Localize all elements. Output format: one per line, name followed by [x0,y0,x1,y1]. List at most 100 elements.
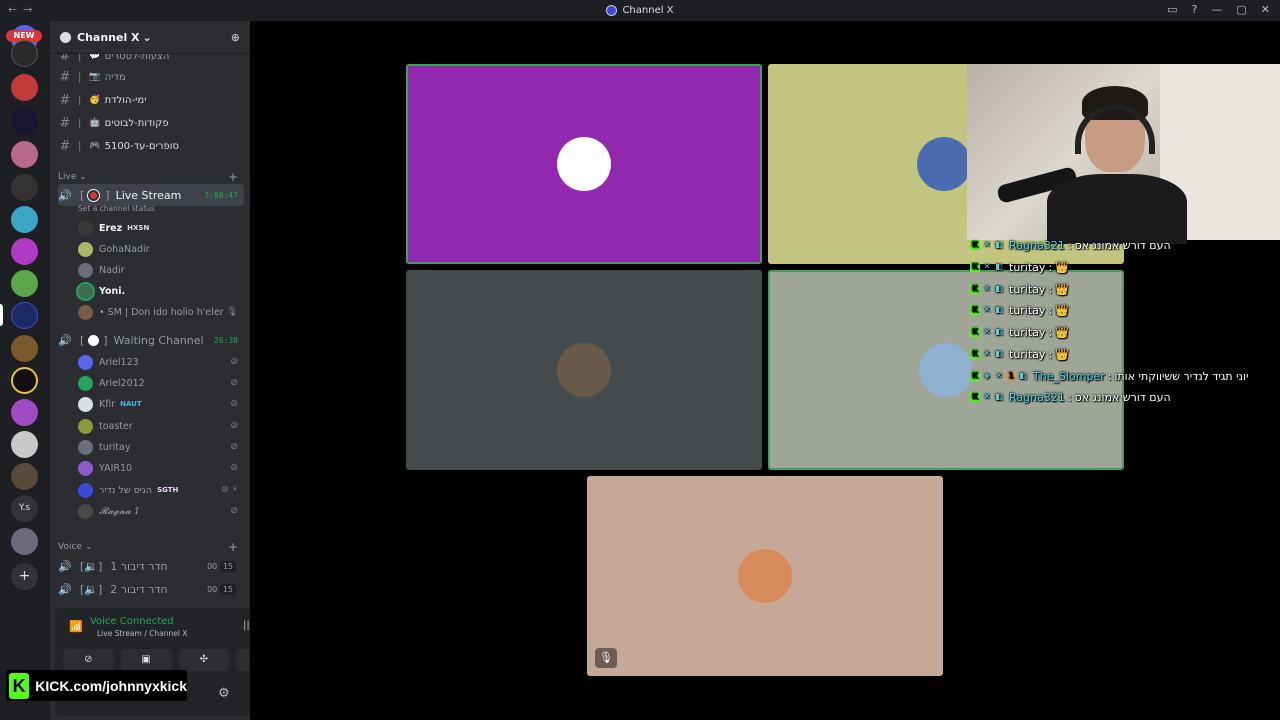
voice-member[interactable]: 𝓡𝓪𝓰𝓷𝓪 1 ⊘ [78,501,244,521]
server-icon[interactable] [11,335,38,362]
server-icon[interactable] [11,141,38,168]
avatar [917,137,971,191]
voice-member[interactable]: Erez HXSN [78,218,244,238]
chat-username: turitay [1009,303,1046,317]
server-folder-icon[interactable] [11,528,38,555]
add-channel-icon[interactable]: + [228,540,238,554]
text-channel[interactable]: # | 🎮 סופרים-עד-5100 [58,136,244,156]
voice-channel-name: חדר דיבור 1 [110,559,168,573]
deafened-icon: ⊘ [230,506,238,516]
kick-logo-icon: K [9,672,30,699]
voice-channel-live-stream[interactable]: 🔊[] Live Stream 3:08:47 [58,184,244,206]
category-live[interactable]: Live ⌄ + [58,170,244,184]
channel-x-server-icon[interactable] [11,302,38,329]
channel-name: סופרים-עד-5100 [104,140,179,152]
server-icon[interactable] [11,399,38,426]
channel-status-hint[interactable]: Set a channel status [78,204,155,213]
minimize-icon[interactable]: — [1211,3,1222,16]
clock-icon [88,334,100,346]
chat-username: The_Slomper [1033,369,1105,383]
server-icon[interactable] [11,463,38,490]
voice-channel-waiting[interactable]: 🔊[] Waiting Channel 26:38 [58,329,244,351]
chat-message: 👑 [1055,325,1069,339]
voice-member[interactable]: toaster ⊘ [78,416,244,436]
deafened-icon: ⊘ [230,378,238,388]
channel-sidebar: Channel X ⌄ ⊕ # | 💬 הצעות-לסטרים # | 📷 מדיה # |… [50,21,250,720]
noise-suppression-icon[interactable]: ||| [243,620,250,631]
user-count: 00 [207,584,218,594]
signal-icon[interactable]: 📶 [69,620,83,633]
chat-username: turitay [1009,347,1046,361]
kick-url: KICK.com/johnnyxkick [35,677,187,694]
server-icon[interactable] [11,270,38,297]
voice-channel-name: Live Stream [115,188,182,202]
voice-connected-title[interactable]: Voice Connected [90,616,174,627]
member-name: YAIR10 [99,462,133,474]
guild-header[interactable]: Channel X ⌄ ⊕ [50,21,250,54]
text-channel[interactable]: # | 🥳 ימי-הולדת [58,90,244,110]
voice-channel-name: חדר דיבור 2 [110,582,168,596]
invite-icon[interactable]: ⊕ [231,31,240,44]
server-icon[interactable] [11,74,38,101]
maximize-icon[interactable]: ▢ [1236,3,1246,16]
category-voice[interactable]: Voice ⌄ + [58,540,244,554]
selected-pill [0,304,3,326]
voice-member[interactable]: Ariel123 ⊘ [78,352,244,372]
member-name: הגיס של נדיר [99,484,153,496]
chat-line: K ✕ ◧ turitay: 👑 [970,347,1069,361]
deafened-icon: ⊘ [230,442,238,452]
voice-member[interactable]: GohaNadir [78,239,244,259]
voice-channel[interactable]: 🔊 [🔉] חדר דיבור 2 00 15 [58,578,244,600]
voice-channel[interactable]: 🔊 [🔉] חדר דיבור 1 00 15 [58,555,244,577]
channel-emoji: 📷 [89,72,101,82]
voice-member[interactable]: Nadir [78,260,244,280]
screen-share-button[interactable]: ▣ [120,649,172,671]
server-icon[interactable] [11,174,38,201]
channel-emoji: 🥳 [89,95,101,105]
voice-connected-subtitle[interactable]: Live Stream / Channel X [97,629,187,638]
video-tile[interactable] [406,64,762,264]
member-name: GohaNadir [99,243,150,255]
avatar [78,220,93,236]
voice-member[interactable]: Ariel2012 ⊘ [78,373,244,393]
avatar [78,304,93,320]
server-icon[interactable] [11,367,38,394]
soundboard-button[interactable]: ✦ [236,649,250,671]
speaker-icon: 🔊 [58,333,72,347]
voice-member[interactable]: הגיס של נדיר SGTH ⊘ ⚡ [78,480,244,500]
deafened-icon: ⊘ [230,421,238,431]
chat-username: turitay [1009,325,1046,339]
hash-icon: # [59,69,71,85]
inbox-icon[interactable]: ▭ [1167,3,1177,16]
server-ys[interactable]: Y.s [11,495,38,522]
camera-off-button[interactable]: ⊘ [63,649,114,671]
server-icon[interactable] [11,238,38,265]
server-icon[interactable] [11,40,38,67]
chat-username: turitay [1009,260,1046,274]
avatar [78,375,93,391]
nav-arrows-icon[interactable]: ←→ [8,3,38,16]
video-tile[interactable] [587,476,943,676]
help-icon[interactable]: ? [1192,3,1198,16]
voice-member[interactable]: YAIR10 ⊘ [78,458,244,478]
chat-message: 👑 [1055,347,1069,361]
text-channel[interactable]: # | 📷 מדיה [58,67,244,87]
settings-gear-icon[interactable]: ⚙ [218,686,230,701]
server-icon[interactable] [11,431,38,458]
video-tile[interactable] [406,270,762,470]
server-icon[interactable] [11,206,38,233]
voice-member[interactable]: Kfir NAUT ⊘ [78,394,244,414]
text-channel[interactable]: # | 🤖 פקודות-לבוטים [58,113,244,133]
voice-member[interactable]: • SM | Don ido holio h'eler 🎙 [78,302,244,322]
add-server-icon[interactable]: + [11,563,38,590]
window-titlebar: ←→ Channel X ▭ ? — ▢ ✕ [0,0,1280,21]
add-channel-icon[interactable]: + [228,170,238,184]
chat-message: 👑 [1055,282,1069,296]
voice-member[interactable]: Yoni. [76,281,244,301]
server-icon[interactable] [11,108,38,135]
voice-member[interactable]: turitay ⊘ [78,437,244,457]
avatar [78,262,93,278]
close-icon[interactable]: ✕ [1261,3,1270,16]
activities-button[interactable]: ✣ [178,649,230,671]
speaker-icon: 🔊 [58,188,72,202]
